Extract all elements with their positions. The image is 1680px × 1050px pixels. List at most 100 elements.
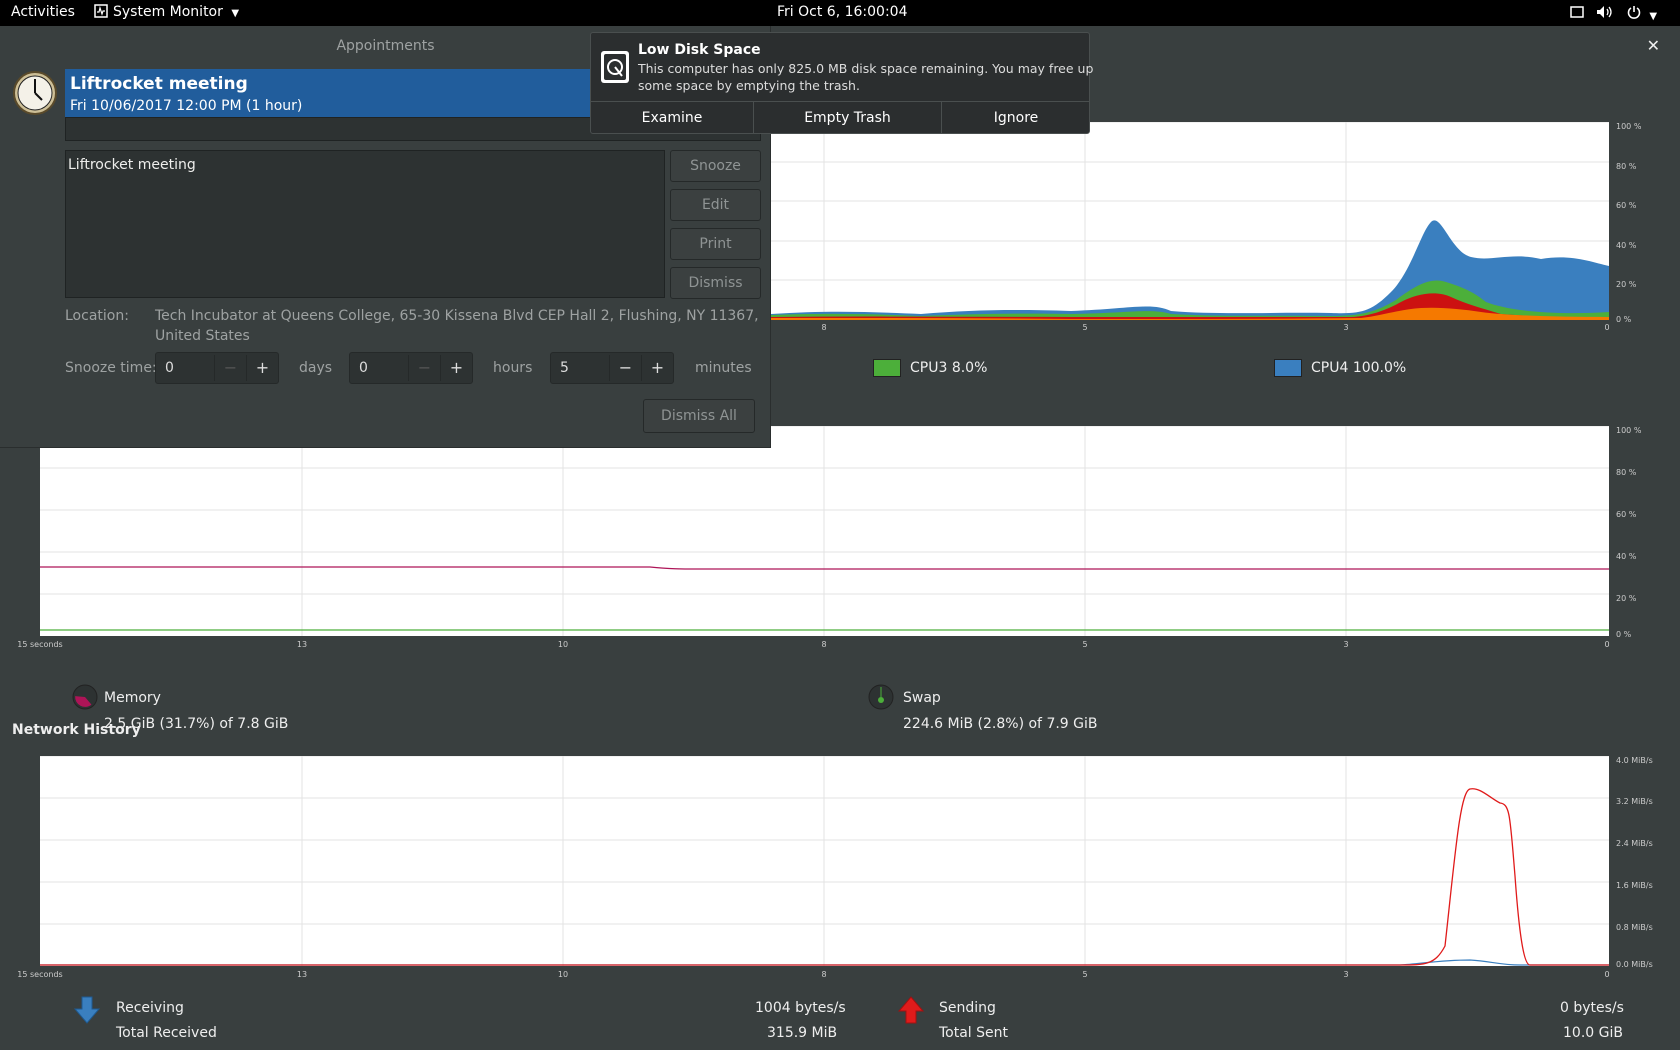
memory-history-graph xyxy=(40,426,1609,636)
sending-value: 0 bytes/s xyxy=(1560,1000,1624,1016)
disk-icon xyxy=(601,51,629,83)
system-monitor-icon xyxy=(94,4,108,18)
empty-trash-button[interactable]: Empty Trash xyxy=(754,101,942,134)
minutes-stepper[interactable]: 5 − + xyxy=(550,352,674,384)
total-received-label: Total Received xyxy=(116,1025,217,1041)
network-x-tick: 8 xyxy=(821,970,827,979)
event-title: Liftrocket meeting xyxy=(70,74,248,94)
memory-x-tick: 0 xyxy=(1604,640,1610,649)
memory-graph-svg xyxy=(40,426,1609,636)
chevron-down-icon: ▼ xyxy=(1649,11,1658,22)
cpu-y-tick: 100 % xyxy=(1616,122,1642,131)
swap-pie-icon[interactable] xyxy=(868,684,894,710)
hours-label: hours xyxy=(493,360,533,376)
chevron-down-icon: ▼ xyxy=(231,8,240,19)
cpu-y-tick: 20 % xyxy=(1616,280,1637,289)
cpu-y-tick: 80 % xyxy=(1616,162,1637,171)
memory-pie-icon[interactable] xyxy=(72,684,98,710)
minutes-label: minutes xyxy=(695,360,752,376)
network-history-graph xyxy=(40,756,1609,966)
network-grid xyxy=(40,756,1609,966)
memory-y-tick: 100 % xyxy=(1616,426,1642,435)
memory-y-tick: 40 % xyxy=(1616,552,1637,561)
hours-stepper[interactable]: 0 − + xyxy=(349,352,473,384)
examine-button[interactable]: Examine xyxy=(591,101,754,134)
network-x-tick: 13 xyxy=(296,970,308,979)
network-x-tick: 3 xyxy=(1343,970,1349,979)
minus-icon[interactable]: − xyxy=(408,355,440,381)
memory-y-tick: 0 % xyxy=(1616,630,1632,639)
event-description[interactable]: Liftrocket meeting xyxy=(65,150,665,298)
memory-x-tick: 10 xyxy=(557,640,569,649)
days-value[interactable]: 0 xyxy=(165,360,174,376)
cpu4-label: CPU4 100.0% xyxy=(1311,360,1407,376)
activities-button[interactable]: Activities xyxy=(11,4,75,20)
cpu-y-tick: 40 % xyxy=(1616,241,1637,250)
plus-icon[interactable]: + xyxy=(246,355,278,381)
network-y-tick: 2.4 MiB/s xyxy=(1616,839,1653,848)
days-label: days xyxy=(299,360,333,376)
memory-x-tick: 3 xyxy=(1343,640,1349,649)
snooze-button[interactable]: Snooze xyxy=(670,150,761,182)
volume-icon xyxy=(1597,6,1613,18)
cpu-x-tick: 5 xyxy=(1082,323,1088,332)
cpu-history-graph xyxy=(771,122,1609,320)
memory-grid xyxy=(40,426,1609,636)
receiving-value: 1004 bytes/s xyxy=(755,1000,846,1016)
minutes-value[interactable]: 5 xyxy=(560,360,569,376)
ignore-button[interactable]: Ignore xyxy=(942,101,1090,134)
snooze-time-label: Snooze time: xyxy=(65,360,157,376)
close-icon[interactable]: ✕ xyxy=(1647,36,1660,55)
status-menu[interactable]: ▼ xyxy=(1570,5,1657,23)
memory-y-tick: 20 % xyxy=(1616,594,1637,603)
event-time: Fri 10/06/2017 12:00 PM (1 hour) xyxy=(70,98,303,114)
cpu-y-tick: 0 % xyxy=(1616,315,1632,324)
location-line-1: Tech Incubator at Queens College, 65-30 … xyxy=(155,308,759,324)
window-icon xyxy=(1570,6,1584,18)
notification-title: Low Disk Space xyxy=(638,42,761,58)
total-sent-value: 10.0 GiB xyxy=(1563,1025,1623,1041)
network-history-title: Network History xyxy=(12,722,141,738)
swap-value: 224.6 MiB (2.8%) of 7.9 GiB xyxy=(903,716,1098,732)
memory-x-tick: 8 xyxy=(821,640,827,649)
notification-body-2: some space by emptying the trash. xyxy=(638,78,860,93)
dismiss-all-button[interactable]: Dismiss All xyxy=(643,399,755,433)
network-y-tick: 0.8 MiB/s xyxy=(1616,923,1653,932)
days-stepper[interactable]: 0 − + xyxy=(155,352,279,384)
edit-button[interactable]: Edit xyxy=(670,189,761,221)
network-y-tick: 3.2 MiB/s xyxy=(1616,797,1653,806)
memory-x-tick: 15 seconds xyxy=(17,640,63,649)
network-x-tick: 15 seconds xyxy=(17,970,63,979)
sending-label: Sending xyxy=(939,1000,996,1016)
power-icon xyxy=(1627,6,1641,19)
arrow-up-icon[interactable] xyxy=(898,996,924,1024)
memory-y-tick: 80 % xyxy=(1616,468,1637,477)
clock-icon xyxy=(13,71,57,115)
print-button[interactable]: Print xyxy=(670,228,761,260)
clock[interactable]: Fri Oct 6, 16:00:04 xyxy=(777,4,907,20)
hours-value[interactable]: 0 xyxy=(359,360,368,376)
cpu3-swatch[interactable] xyxy=(873,359,901,377)
cpu4-swatch[interactable] xyxy=(1274,359,1302,377)
notification-body-1: This computer has only 825.0 MB disk spa… xyxy=(638,61,1094,76)
cpu-y-tick: 60 % xyxy=(1616,201,1637,210)
memory-label: Memory xyxy=(104,690,161,706)
arrow-down-icon[interactable] xyxy=(74,996,100,1024)
network-y-tick: 1.6 MiB/s xyxy=(1616,881,1653,890)
dismiss-button[interactable]: Dismiss xyxy=(670,267,761,299)
plus-icon[interactable]: + xyxy=(641,355,673,381)
app-menu[interactable]: System Monitor ▼ xyxy=(94,4,239,20)
low-disk-notification: Low Disk Space This computer has only 82… xyxy=(590,32,1094,134)
location-line-2: United States xyxy=(155,328,250,344)
memory-y-tick: 60 % xyxy=(1616,510,1637,519)
top-bar: Activities System Monitor ▼ Fri Oct 6, 1… xyxy=(0,0,1680,26)
cpu-x-tick: 3 xyxy=(1343,323,1349,332)
minus-icon[interactable]: − xyxy=(214,355,246,381)
network-x-tick: 10 xyxy=(557,970,569,979)
memory-x-tick: 5 xyxy=(1082,640,1088,649)
plus-icon[interactable]: + xyxy=(440,355,472,381)
location-label: Location: xyxy=(65,308,129,324)
network-x-tick: 0 xyxy=(1604,970,1610,979)
cpu3-label: CPU3 8.0% xyxy=(910,360,988,376)
minus-icon[interactable]: − xyxy=(609,355,641,381)
